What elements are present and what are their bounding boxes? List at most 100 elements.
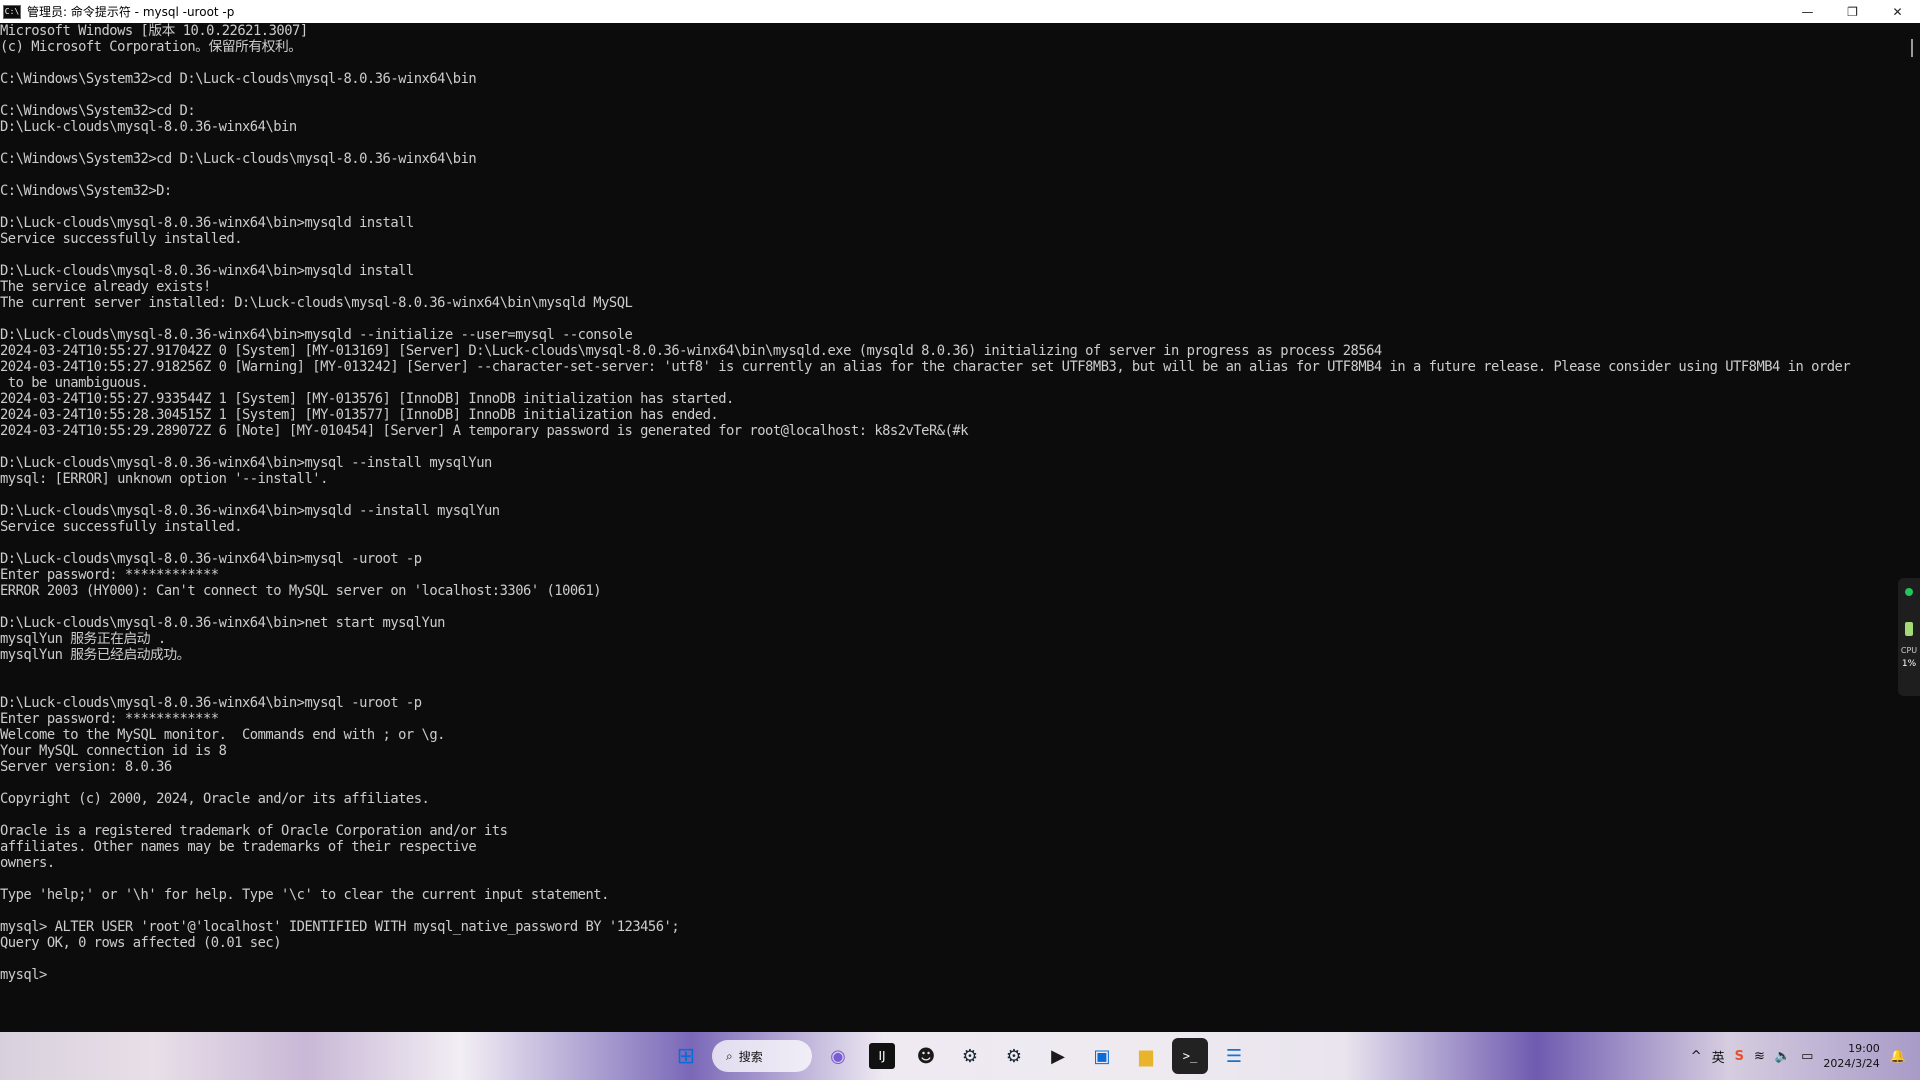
search-label: 搜索	[738, 1049, 763, 1064]
qq-icon[interactable]: ☻	[908, 1038, 944, 1074]
window-title: 管理员: 命令提示符 - mysql -uroot -p	[27, 5, 235, 19]
clock-date: 2024/3/24	[1823, 1057, 1880, 1070]
start-icon[interactable]: ⊞	[668, 1038, 704, 1074]
steam-alt-icon[interactable]: ⚙	[996, 1038, 1032, 1074]
console-line: Enter password: ************	[0, 711, 219, 727]
console-line: D:\Luck-clouds\mysql-8.0.36-winx64\bin>n…	[0, 615, 445, 631]
console-line: The service already exists!	[0, 279, 211, 295]
clock[interactable]: 19:00 2024/3/24	[1823, 1041, 1879, 1071]
taskbar-apps: ⊞ ⌕ 搜索 ◉ IJ ☻ ⚙ ⚙ ▶ ▣ ▆ >_ ☰	[668, 1032, 1252, 1080]
console-line: (c) Microsoft Corporation。保留所有权利。	[0, 39, 302, 55]
cpu-value: 1%	[1901, 659, 1917, 669]
terminal-icon[interactable]: >_	[1172, 1038, 1208, 1074]
sogou-icon[interactable]: S	[1735, 1049, 1744, 1064]
console-line: D:\Luck-clouds\mysql-8.0.36-winx64\bin>m…	[0, 551, 422, 567]
minimize-button[interactable]: —	[1785, 0, 1830, 23]
title-bar: C:\ 管理员: 命令提示符 - mysql -uroot -p — ❐ ✕	[0, 0, 1920, 23]
scrollbar-thumb[interactable]	[1911, 39, 1913, 57]
console-line: 2024-03-24T10:55:29.289072Z 6 [Note] [MY…	[0, 423, 969, 439]
console-line: 2024-03-24T10:55:27.917042Z 0 [System] […	[0, 343, 1382, 359]
console-line: D:\Luck-clouds\mysql-8.0.36-winx64\bin>m…	[0, 215, 414, 231]
steam-icon[interactable]: ⚙	[952, 1038, 988, 1074]
console-line: Service successfully installed.	[0, 231, 243, 247]
console-line: The current server installed: D:\Luck-cl…	[0, 295, 633, 311]
notepad-icon[interactable]: ☰	[1216, 1038, 1252, 1074]
console-line: C:\Windows\System32>cd D:	[0, 103, 196, 119]
console-line: Microsoft Windows [版本 10.0.22621.3007]	[0, 23, 308, 39]
console-line: C:\Windows\System32>cd D:\Luck-clouds\my…	[0, 151, 477, 167]
status-dot-icon	[1905, 588, 1913, 596]
intellij-icon[interactable]: IJ	[869, 1043, 895, 1069]
vertical-scrollbar[interactable]	[1905, 23, 1920, 1032]
volume-icon[interactable]: 🔈	[1775, 1049, 1791, 1064]
console-line: D:\Luck-clouds\mysql-8.0.36-winx64\bin>m…	[0, 327, 633, 343]
cmd-app-icon: C:\	[3, 4, 21, 19]
cpu-monitor-widget[interactable]: CPU 1%	[1898, 578, 1920, 696]
console-line: Type 'help;' or '\h' for help. Type '\c'…	[0, 887, 609, 903]
console-line: Copyright (c) 2000, 2024, Oracle and/or …	[0, 791, 430, 807]
system-tray: ^ 英 S ≋ 🔈 ▭ 19:00 2024/3/24 🔔	[1691, 1032, 1920, 1080]
console-output: Microsoft Windows [版本 10.0.22621.3007] (c…	[0, 23, 1905, 983]
console-line: Your MySQL connection id is 8	[0, 743, 227, 759]
console-area[interactable]: Microsoft Windows [版本 10.0.22621.3007] (c…	[0, 23, 1905, 1032]
notification-bell-icon[interactable]: 🔔	[1890, 1049, 1906, 1064]
console-line: 2024-03-24T10:55:27.933544Z 1 [System] […	[0, 391, 734, 407]
console-line: C:\Windows\System32>cd D:\Luck-clouds\my…	[0, 71, 477, 87]
console-line: Enter password: ************	[0, 567, 219, 583]
ime-indicator[interactable]: 英	[1712, 1047, 1725, 1066]
console-line: to be unambiguous.	[0, 375, 149, 391]
search-box[interactable]: ⌕ 搜索	[712, 1040, 812, 1072]
window-app-icon[interactable]: ▣	[1084, 1038, 1120, 1074]
console-line: ERROR 2003 (HY000): Can't connect to MyS…	[0, 583, 602, 599]
console-line: Oracle is a registered trademark of Orac…	[0, 823, 508, 839]
close-button[interactable]: ✕	[1875, 0, 1920, 23]
console-line: Welcome to the MySQL monitor. Commands e…	[0, 727, 445, 743]
console-line: affiliates. Other names may be trademark…	[0, 839, 477, 855]
console-line: D:\Luck-clouds\mysql-8.0.36-winx64\bin	[0, 119, 297, 135]
console-line: D:\Luck-clouds\mysql-8.0.36-winx64\bin>m…	[0, 695, 422, 711]
console-line: C:\Windows\System32>D:	[0, 183, 172, 199]
wifi-icon[interactable]: ≋	[1754, 1049, 1765, 1064]
chevron-up-icon[interactable]: ^	[1691, 1049, 1702, 1064]
media-player-icon[interactable]: ▶	[1040, 1038, 1076, 1074]
battery-icon[interactable]: ▭	[1801, 1049, 1813, 1064]
console-line: D:\Luck-clouds\mysql-8.0.36-winx64\bin>m…	[0, 263, 414, 279]
console-line: D:\Luck-clouds\mysql-8.0.36-winx64\bin>m…	[0, 503, 500, 519]
console-line: mysql>	[0, 967, 47, 983]
console-line: owners.	[0, 855, 55, 871]
taskbar: ⊞ ⌕ 搜索 ◉ IJ ☻ ⚙ ⚙ ▶ ▣ ▆ >_ ☰ ^ 英 S ≋ 🔈 ▭…	[0, 1032, 1920, 1080]
console-line: mysqlYun 服务已经启动成功。	[0, 647, 190, 663]
clock-time: 19:00	[1848, 1042, 1880, 1055]
console-line: Server version: 8.0.36	[0, 759, 172, 775]
console-line: mysql: [ERROR] unknown option '--install…	[0, 471, 328, 487]
maximize-button[interactable]: ❐	[1830, 0, 1875, 23]
cpu-bar-icon	[1905, 622, 1913, 636]
console-line: mysqlYun 服务正在启动 .	[0, 631, 166, 647]
console-line: 2024-03-24T10:55:28.304515Z 1 [System] […	[0, 407, 719, 423]
copilot-icon[interactable]: ◉	[820, 1038, 856, 1074]
file-explorer-icon[interactable]: ▆	[1128, 1038, 1164, 1074]
console-line: Service successfully installed.	[0, 519, 243, 535]
console-line: 2024-03-24T10:55:27.918256Z 0 [Warning] …	[0, 359, 1851, 375]
console-line: D:\Luck-clouds\mysql-8.0.36-winx64\bin>m…	[0, 455, 492, 471]
window-controls: — ❐ ✕	[1785, 0, 1920, 23]
cpu-label: CPU	[1900, 646, 1918, 655]
search-icon: ⌕	[726, 1048, 733, 1063]
console-line: Query OK, 0 rows affected (0.01 sec)	[0, 935, 282, 951]
